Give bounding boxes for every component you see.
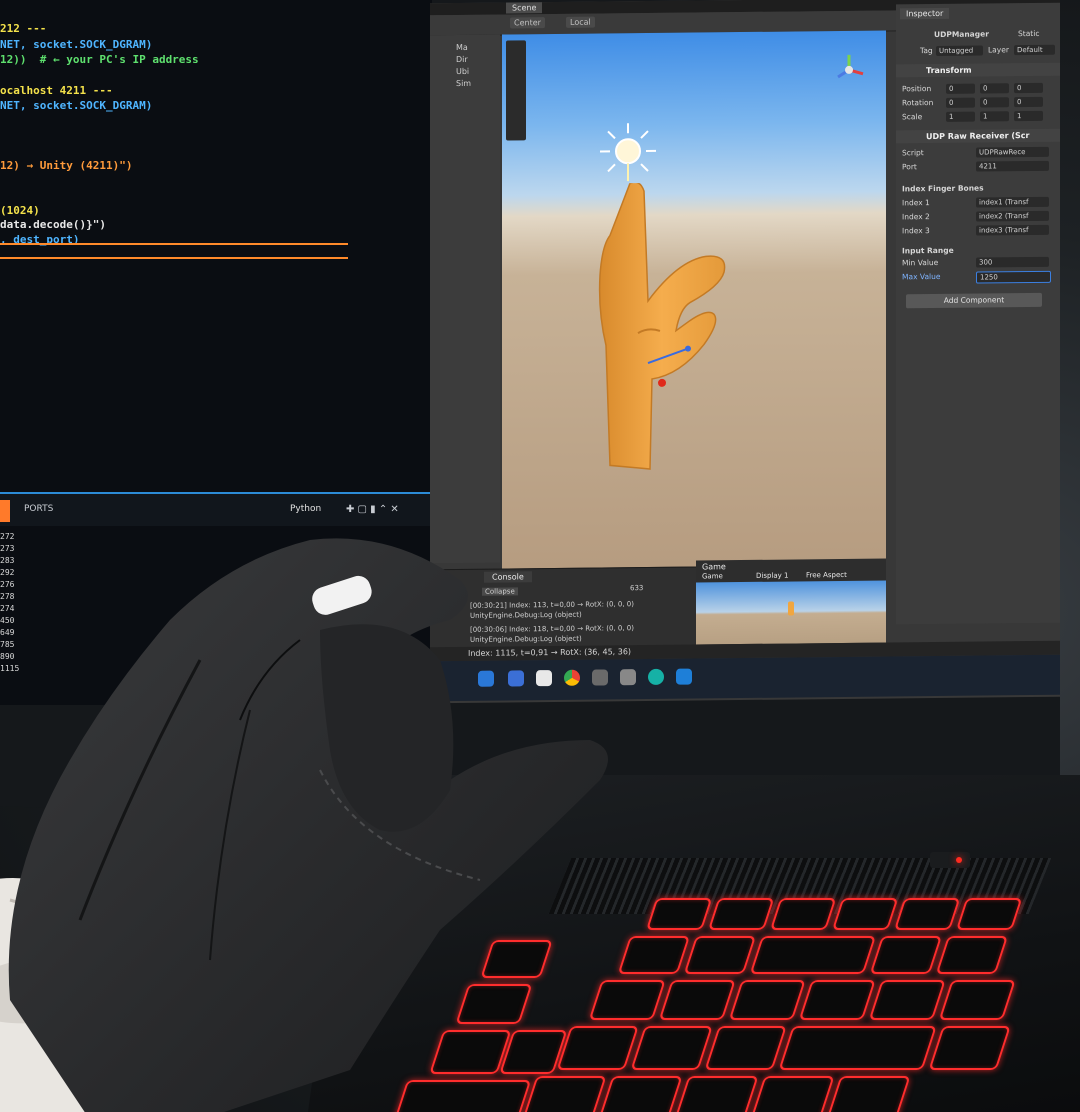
code-line: NET, socket.SOCK_DGRAM) bbox=[0, 38, 153, 51]
terminal-panel-bar: PORTS Python ✚ ▢ ▮ ⌃ ✕ bbox=[0, 492, 432, 526]
pivot-center-button[interactable]: Center bbox=[510, 17, 545, 29]
terminal-active-marker bbox=[0, 500, 10, 522]
transform-tools[interactable] bbox=[506, 40, 526, 141]
script-label: Script bbox=[902, 148, 924, 158]
position-label: Position bbox=[902, 84, 932, 94]
bone-field[interactable]: index1 (Transf bbox=[976, 196, 1049, 208]
enter-key[interactable] bbox=[778, 1026, 937, 1070]
position-z[interactable]: 0 bbox=[1014, 82, 1043, 94]
display-dropdown[interactable]: Display 1 bbox=[756, 572, 788, 580]
bone-label: Index 1 bbox=[902, 198, 930, 208]
scene-tab[interactable]: Scene bbox=[506, 2, 543, 14]
game-label: Game bbox=[702, 572, 723, 581]
rotation-x[interactable]: 0 bbox=[946, 97, 975, 108]
scale-label: Scale bbox=[902, 112, 923, 122]
max-value-label: Max Value bbox=[902, 271, 941, 282]
python-terminal-label[interactable]: Python bbox=[290, 504, 321, 514]
keyboard-key[interactable] bbox=[824, 1076, 911, 1112]
keyboard-key[interactable] bbox=[869, 936, 943, 974]
code-line: NET, socket.SOCK_DGRAM) bbox=[0, 99, 153, 112]
keyboard-key[interactable] bbox=[868, 980, 946, 1020]
transform-header[interactable]: Transform bbox=[896, 62, 1060, 78]
game-view-render bbox=[696, 580, 886, 645]
add-component-button[interactable]: Add Component bbox=[906, 292, 1042, 309]
keyboard-key[interactable] bbox=[831, 898, 899, 930]
orientation-gizmo-icon[interactable] bbox=[832, 53, 866, 90]
power-button[interactable] bbox=[930, 852, 970, 868]
terminal-action-icons[interactable]: ✚ ▢ ▮ ⌃ ✕ bbox=[346, 504, 399, 515]
ports-tab[interactable]: PORTS bbox=[24, 504, 53, 514]
bones-section-title: Index Finger Bones bbox=[902, 183, 984, 194]
code-line: data.decode()}") bbox=[0, 218, 106, 231]
hierarchy-panel: Ma Dir Ubi Sim bbox=[430, 34, 500, 564]
keyboard-key[interactable] bbox=[928, 1026, 1011, 1070]
hierarchy-item[interactable]: Dir bbox=[456, 55, 468, 64]
scale-x[interactable]: 1 bbox=[946, 111, 975, 122]
keyboard-key[interactable] bbox=[938, 980, 1016, 1020]
rotation-label: Rotation bbox=[902, 98, 934, 108]
keyboard-key[interactable] bbox=[769, 898, 837, 930]
min-value-field[interactable]: 300 bbox=[976, 256, 1049, 268]
script-field[interactable]: UDPRawRece bbox=[976, 146, 1049, 158]
keyboard-key[interactable] bbox=[728, 980, 806, 1020]
scale-y[interactable]: 1 bbox=[980, 111, 1009, 122]
photo-scene: 212 --- NET, socket.SOCK_DGRAM) 12)) # ←… bbox=[0, 0, 1080, 1112]
aspect-dropdown[interactable]: Free Aspect bbox=[806, 571, 847, 579]
min-value-label: Min Value bbox=[902, 257, 939, 268]
inspector-tab[interactable]: Inspector bbox=[900, 7, 950, 20]
object-name-field[interactable]: UDPManager bbox=[934, 29, 989, 39]
rotation-y[interactable]: 0 bbox=[980, 97, 1009, 108]
range-section-title: Input Range bbox=[902, 245, 954, 256]
keyboard-key[interactable] bbox=[955, 898, 1023, 930]
bone-field[interactable]: index3 (Transf bbox=[976, 224, 1049, 236]
hierarchy-item[interactable]: Sim bbox=[456, 79, 471, 88]
bone-label: Index 2 bbox=[902, 212, 930, 222]
code-line: 212 --- bbox=[0, 22, 47, 35]
pivot-local-button[interactable]: Local bbox=[566, 16, 595, 28]
code-line: (1024) bbox=[0, 204, 40, 217]
position-y[interactable]: 0 bbox=[980, 83, 1009, 94]
keyboard-key[interactable] bbox=[704, 1026, 787, 1070]
rotation-z[interactable]: 0 bbox=[1014, 96, 1043, 108]
hierarchy-item[interactable]: Ubi bbox=[456, 67, 469, 76]
static-toggle[interactable]: Static bbox=[1018, 29, 1039, 38]
keyboard-key[interactable] bbox=[935, 936, 1009, 974]
component-header[interactable]: UDP Raw Receiver (Scr bbox=[896, 128, 1060, 144]
backspace-key[interactable] bbox=[749, 936, 877, 974]
layer-label: Layer bbox=[988, 45, 1009, 55]
keyboard-key[interactable] bbox=[798, 980, 876, 1020]
sensor-glove bbox=[8, 538, 608, 1112]
game-tab[interactable]: Game bbox=[702, 562, 726, 571]
port-label: Port bbox=[902, 162, 917, 172]
component-title: UDP Raw Receiver (Scr bbox=[926, 131, 1030, 142]
bone-field[interactable]: index2 (Transf bbox=[976, 210, 1049, 222]
bone-label: Index 3 bbox=[902, 226, 930, 236]
game-hand-icon bbox=[788, 601, 794, 616]
position-x[interactable]: 0 bbox=[946, 83, 975, 94]
scene-view[interactable] bbox=[502, 30, 886, 571]
hierarchy-item[interactable]: Ma bbox=[456, 43, 468, 52]
code-line: 12) → Unity (4211)") bbox=[0, 159, 133, 172]
layer-dropdown[interactable]: Default bbox=[1014, 44, 1055, 56]
max-value-field[interactable]: 1250 bbox=[976, 270, 1051, 284]
code-line: 12)) # ← your PC's IP address bbox=[0, 53, 199, 66]
port-field[interactable]: 4211 bbox=[976, 160, 1049, 172]
tag-dropdown[interactable]: Untagged bbox=[936, 45, 983, 56]
orange-highlight bbox=[0, 243, 348, 245]
directional-light-icon[interactable] bbox=[598, 121, 658, 182]
keyboard-key[interactable] bbox=[707, 898, 775, 930]
orange-highlight bbox=[0, 257, 348, 259]
tag-label: Tag bbox=[920, 46, 933, 56]
keyboard-key[interactable] bbox=[893, 898, 961, 930]
keyboard-key[interactable] bbox=[748, 1076, 835, 1112]
hand-model[interactable] bbox=[590, 181, 750, 484]
transform-title: Transform bbox=[926, 65, 972, 76]
game-panel: Game Game Display 1 Free Aspect bbox=[696, 558, 886, 645]
code-line: ocalhost 4211 --- bbox=[0, 84, 113, 97]
inspector-panel: Inspector UDPManager Static Tag Untagged… bbox=[896, 2, 1060, 625]
scale-z[interactable]: 1 bbox=[1014, 110, 1043, 122]
